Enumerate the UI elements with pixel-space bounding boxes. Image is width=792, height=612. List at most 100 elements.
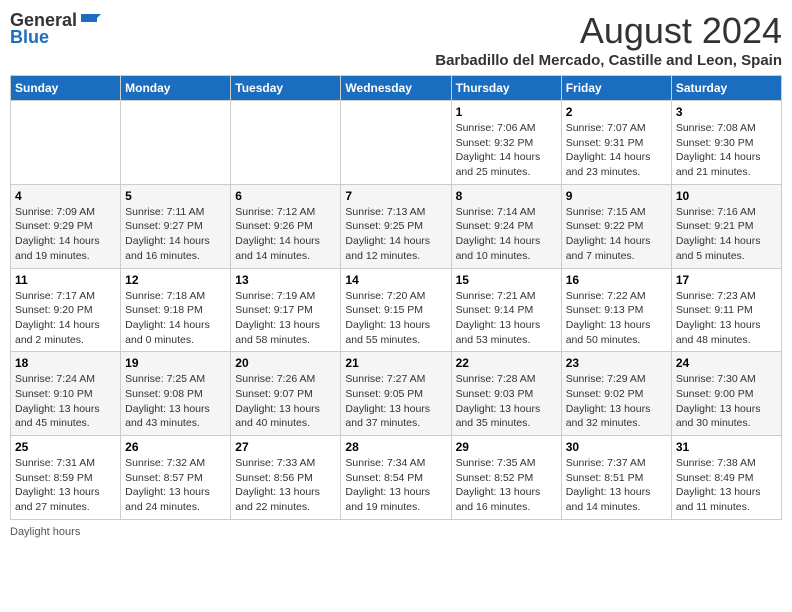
day-info: Sunrise: 7:34 AMSunset: 8:54 PMDaylight:… [345, 456, 446, 515]
calendar-week-3: 11 Sunrise: 7:17 AMSunset: 9:20 PMDayligh… [11, 268, 782, 352]
day-info: Sunrise: 7:13 AMSunset: 9:25 PMDaylight:… [345, 205, 446, 264]
calendar-header-monday: Monday [121, 76, 231, 101]
day-info: Sunrise: 7:18 AMSunset: 9:18 PMDaylight:… [125, 289, 226, 348]
day-info: Sunrise: 7:28 AMSunset: 9:03 PMDaylight:… [456, 372, 557, 431]
day-info: Sunrise: 7:26 AMSunset: 9:07 PMDaylight:… [235, 372, 336, 431]
day-info: Sunrise: 7:17 AMSunset: 9:20 PMDaylight:… [15, 289, 116, 348]
day-number: 14 [345, 273, 446, 287]
calendar-cell: 19Sunrise: 7:25 AMSunset: 9:08 PMDayligh… [121, 352, 231, 436]
day-info: Sunrise: 7:38 AMSunset: 8:49 PMDaylight:… [676, 456, 777, 515]
day-info: Sunrise: 7:08 AMSunset: 9:30 PMDaylight:… [676, 121, 777, 180]
calendar-cell: 28 Sunrise: 7:34 AMSunset: 8:54 PMDayligh… [341, 436, 451, 520]
day-number: 4 [15, 189, 116, 203]
day-number: 2 [566, 105, 667, 119]
day-info: Sunrise: 7:35 AMSunset: 8:52 PMDaylight:… [456, 456, 557, 515]
day-number: 17 [676, 273, 777, 287]
calendar-cell: 9 Sunrise: 7:15 AMSunset: 9:22 PMDaylight… [561, 184, 671, 268]
calendar-cell: 24 Sunrise: 7:30 AMSunset: 9:00 PMDayligh… [671, 352, 781, 436]
calendar-cell: 23Sunrise: 7:29 AMSunset: 9:02 PMDayligh… [561, 352, 671, 436]
day-number: 28 [345, 440, 446, 454]
day-info: Sunrise: 7:32 AMSunset: 8:57 PMDaylight:… [125, 456, 226, 515]
footer: Daylight hours [10, 526, 782, 538]
day-number: 22 [456, 356, 557, 370]
calendar-cell: 6 Sunrise: 7:12 AMSunset: 9:26 PMDaylight… [231, 184, 341, 268]
day-info: Sunrise: 7:22 AMSunset: 9:13 PMDaylight:… [566, 289, 667, 348]
day-number: 27 [235, 440, 336, 454]
calendar-cell: 21 Sunrise: 7:27 AMSunset: 9:05 PMDayligh… [341, 352, 451, 436]
day-number: 8 [456, 189, 557, 203]
day-info: Sunrise: 7:37 AMSunset: 8:51 PMDaylight:… [566, 456, 667, 515]
day-number: 9 [566, 189, 667, 203]
day-info: Sunrise: 7:14 AMSunset: 9:24 PMDaylight:… [456, 205, 557, 264]
calendar-header-saturday: Saturday [671, 76, 781, 101]
day-info: Sunrise: 7:25 AMSunset: 9:08 PMDaylight:… [125, 372, 226, 431]
page-title: August 2024 [435, 10, 782, 52]
day-number: 21 [345, 356, 446, 370]
calendar-header-wednesday: Wednesday [341, 76, 451, 101]
calendar-body: 1 Sunrise: 7:06 AMSunset: 9:32 PMDaylight… [11, 101, 782, 520]
calendar-week-4: 18Sunrise: 7:24 AMSunset: 9:10 PMDayligh… [11, 352, 782, 436]
day-info: Sunrise: 7:23 AMSunset: 9:11 PMDaylight:… [676, 289, 777, 348]
day-info: Sunrise: 7:11 AMSunset: 9:27 PMDaylight:… [125, 205, 226, 264]
day-number: 13 [235, 273, 336, 287]
day-info: Sunrise: 7:29 AMSunset: 9:02 PMDaylight:… [566, 372, 667, 431]
calendar-header-thursday: Thursday [451, 76, 561, 101]
calendar-cell: 15 Sunrise: 7:21 AMSunset: 9:14 PMDayligh… [451, 268, 561, 352]
day-number: 18 [15, 356, 116, 370]
day-info: Sunrise: 7:30 AMSunset: 9:00 PMDaylight:… [676, 372, 777, 431]
day-number: 24 [676, 356, 777, 370]
day-info: Sunrise: 7:31 AMSunset: 8:59 PMDaylight:… [15, 456, 116, 515]
day-number: 12 [125, 273, 226, 287]
day-number: 29 [456, 440, 557, 454]
calendar-cell: 25 Sunrise: 7:31 AMSunset: 8:59 PMDayligh… [11, 436, 121, 520]
calendar-cell: 14Sunrise: 7:20 AMSunset: 9:15 PMDayligh… [341, 268, 451, 352]
day-info: Sunrise: 7:33 AMSunset: 8:56 PMDaylight:… [235, 456, 336, 515]
calendar-cell [11, 101, 121, 185]
day-number: 16 [566, 273, 667, 287]
calendar-header-tuesday: Tuesday [231, 76, 341, 101]
calendar-cell: 10 Sunrise: 7:16 AMSunset: 9:21 PMDayligh… [671, 184, 781, 268]
day-number: 15 [456, 273, 557, 287]
day-info: Sunrise: 7:15 AMSunset: 9:22 PMDaylight:… [566, 205, 667, 264]
day-number: 1 [456, 105, 557, 119]
logo-blue-text: Blue [10, 27, 49, 48]
page-subtitle: Barbadillo del Mercado, Castille and Leo… [435, 52, 782, 69]
calendar-cell: 26 Sunrise: 7:32 AMSunset: 8:57 PMDayligh… [121, 436, 231, 520]
day-number: 31 [676, 440, 777, 454]
day-info: Sunrise: 7:12 AMSunset: 9:26 PMDaylight:… [235, 205, 336, 264]
day-info: Sunrise: 7:06 AMSunset: 9:32 PMDaylight:… [456, 121, 557, 180]
calendar-cell: 2 Sunrise: 7:07 AMSunset: 9:31 PMDaylight… [561, 101, 671, 185]
calendar-cell: 4 Sunrise: 7:09 AMSunset: 9:29 PMDaylight… [11, 184, 121, 268]
calendar-cell: 5 Sunrise: 7:11 AMSunset: 9:27 PMDaylight… [121, 184, 231, 268]
logo: General Blue [10, 10, 101, 48]
day-number: 5 [125, 189, 226, 203]
calendar-cell: 20Sunrise: 7:26 AMSunset: 9:07 PMDayligh… [231, 352, 341, 436]
calendar-cell: 18Sunrise: 7:24 AMSunset: 9:10 PMDayligh… [11, 352, 121, 436]
calendar-cell: 29 Sunrise: 7:35 AMSunset: 8:52 PMDayligh… [451, 436, 561, 520]
daylight-label: Daylight hours [10, 526, 80, 538]
day-number: 30 [566, 440, 667, 454]
day-number: 25 [15, 440, 116, 454]
day-number: 7 [345, 189, 446, 203]
calendar-cell: 8 Sunrise: 7:14 AMSunset: 9:24 PMDaylight… [451, 184, 561, 268]
day-number: 10 [676, 189, 777, 203]
calendar-header-sunday: Sunday [11, 76, 121, 101]
calendar-cell: 1 Sunrise: 7:06 AMSunset: 9:32 PMDaylight… [451, 101, 561, 185]
day-info: Sunrise: 7:16 AMSunset: 9:21 PMDaylight:… [676, 205, 777, 264]
calendar-cell [231, 101, 341, 185]
day-info: Sunrise: 7:09 AMSunset: 9:29 PMDaylight:… [15, 205, 116, 264]
calendar-cell: 27 Sunrise: 7:33 AMSunset: 8:56 PMDayligh… [231, 436, 341, 520]
calendar-week-5: 25 Sunrise: 7:31 AMSunset: 8:59 PMDayligh… [11, 436, 782, 520]
calendar-cell: 13Sunrise: 7:19 AMSunset: 9:17 PMDayligh… [231, 268, 341, 352]
calendar-header-row: SundayMondayTuesdayWednesdayThursdayFrid… [11, 76, 782, 101]
logo-flag-icon [79, 12, 101, 30]
day-number: 26 [125, 440, 226, 454]
calendar-header-friday: Friday [561, 76, 671, 101]
day-number: 6 [235, 189, 336, 203]
day-info: Sunrise: 7:21 AMSunset: 9:14 PMDaylight:… [456, 289, 557, 348]
day-info: Sunrise: 7:27 AMSunset: 9:05 PMDaylight:… [345, 372, 446, 431]
calendar-cell: 12 Sunrise: 7:18 AMSunset: 9:18 PMDayligh… [121, 268, 231, 352]
day-info: Sunrise: 7:07 AMSunset: 9:31 PMDaylight:… [566, 121, 667, 180]
calendar-cell [341, 101, 451, 185]
day-number: 11 [15, 273, 116, 287]
